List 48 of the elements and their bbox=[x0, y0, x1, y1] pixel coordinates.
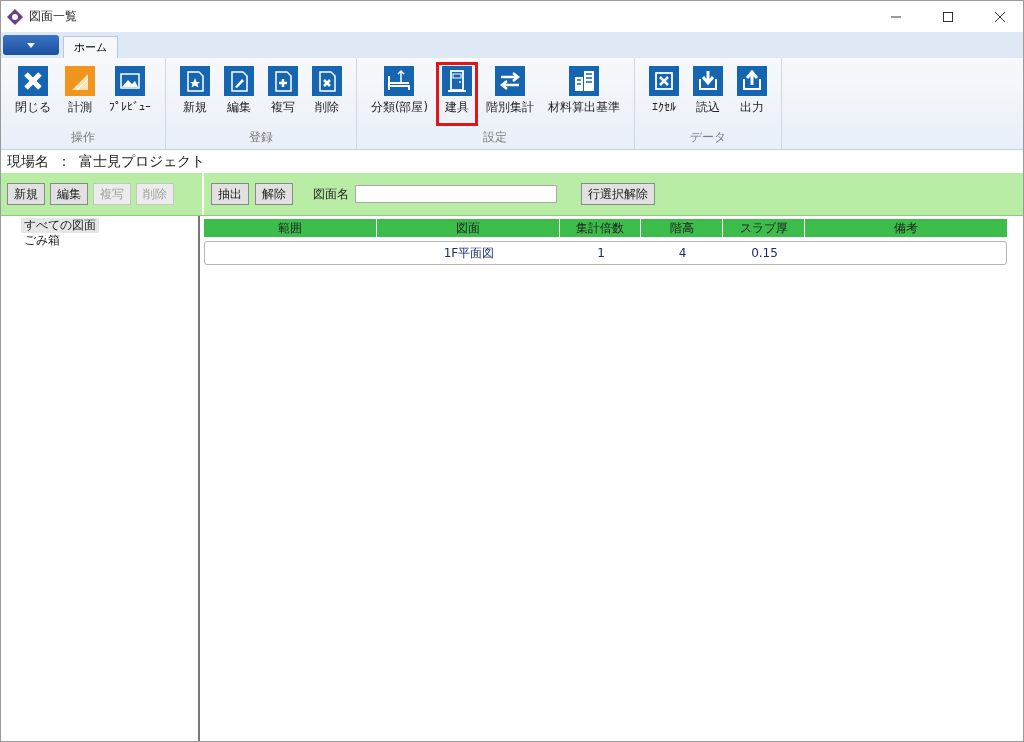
group-label: 操作 bbox=[71, 129, 95, 146]
ribbon-button[interactable]: ﾌﾟﾚﾋﾞｭｰ bbox=[103, 62, 157, 126]
separator: ： bbox=[57, 152, 71, 171]
ribbon-button[interactable]: 複写 bbox=[262, 62, 304, 126]
ribbon-button[interactable]: 閉じる bbox=[9, 62, 57, 126]
project-label: 現場名 bbox=[7, 152, 49, 171]
tree-item[interactable]: ごみ箱 bbox=[21, 233, 63, 248]
filter-button[interactable]: 解除 bbox=[255, 183, 293, 205]
caret-icon bbox=[27, 42, 35, 48]
filter-button[interactable]: 抽出 bbox=[211, 183, 249, 205]
app-menu-button[interactable] bbox=[3, 35, 59, 55]
table-cell-text: 1 bbox=[596, 246, 606, 260]
column-header[interactable]: 図面 bbox=[377, 219, 559, 237]
ribbon-button[interactable]: ｴｸｾﾙ bbox=[643, 62, 685, 126]
ribbon-button[interactable]: 削除 bbox=[306, 62, 348, 126]
column-header[interactable]: 備考 bbox=[805, 219, 1007, 237]
toolbar-button[interactable]: 編集 bbox=[50, 183, 88, 205]
ribbon-button[interactable]: 新規 bbox=[174, 62, 216, 126]
table-cell-text: 1F平面図 bbox=[442, 244, 496, 262]
ribbon-tab[interactable]: ホーム bbox=[63, 36, 118, 58]
column-header[interactable]: スラブ厚 bbox=[723, 219, 804, 237]
ribbon-button[interactable]: 出力 bbox=[731, 62, 773, 126]
project-name: 富士見プロジェクト bbox=[79, 152, 205, 171]
table-row[interactable]: 1F平面図 1 4 0.15 bbox=[204, 241, 1007, 265]
ribbon-button[interactable]: 分類(部屋) bbox=[365, 62, 434, 126]
app-logo-icon bbox=[7, 8, 23, 25]
table-cell-text: 0.15 bbox=[750, 246, 779, 260]
table-cell-text: 4 bbox=[677, 246, 688, 260]
tree-item[interactable]: すべての図面 bbox=[21, 218, 99, 233]
clear-selection-button[interactable]: 行選択解除 bbox=[581, 183, 655, 205]
field-label: 図面名 bbox=[313, 185, 349, 203]
ribbon-button[interactable]: 読込 bbox=[687, 62, 729, 126]
ribbon-button[interactable]: 建具 bbox=[436, 62, 478, 126]
ribbon-button[interactable]: 計測 bbox=[59, 62, 101, 126]
toolbar-button[interactable]: 新規 bbox=[7, 183, 45, 205]
group-label: 設定 bbox=[483, 129, 508, 146]
ribbon-button[interactable]: 編集 bbox=[218, 62, 260, 126]
ribbon-button[interactable]: 階別集計 bbox=[480, 62, 540, 126]
column-header[interactable]: 範囲 bbox=[204, 219, 376, 237]
window-title: 図面一覧 bbox=[29, 8, 77, 25]
column-header[interactable]: 集計倍数 bbox=[560, 219, 640, 237]
ribbon-button[interactable]: 材料算出基準 bbox=[542, 62, 626, 126]
close-icon[interactable] bbox=[994, 10, 1006, 23]
group-label: データ bbox=[690, 129, 726, 146]
column-header[interactable]: 階高 bbox=[641, 219, 722, 237]
drawing-name-field[interactable] bbox=[355, 185, 557, 203]
maximize-icon[interactable] bbox=[942, 10, 954, 23]
group-label: 登録 bbox=[249, 129, 273, 146]
